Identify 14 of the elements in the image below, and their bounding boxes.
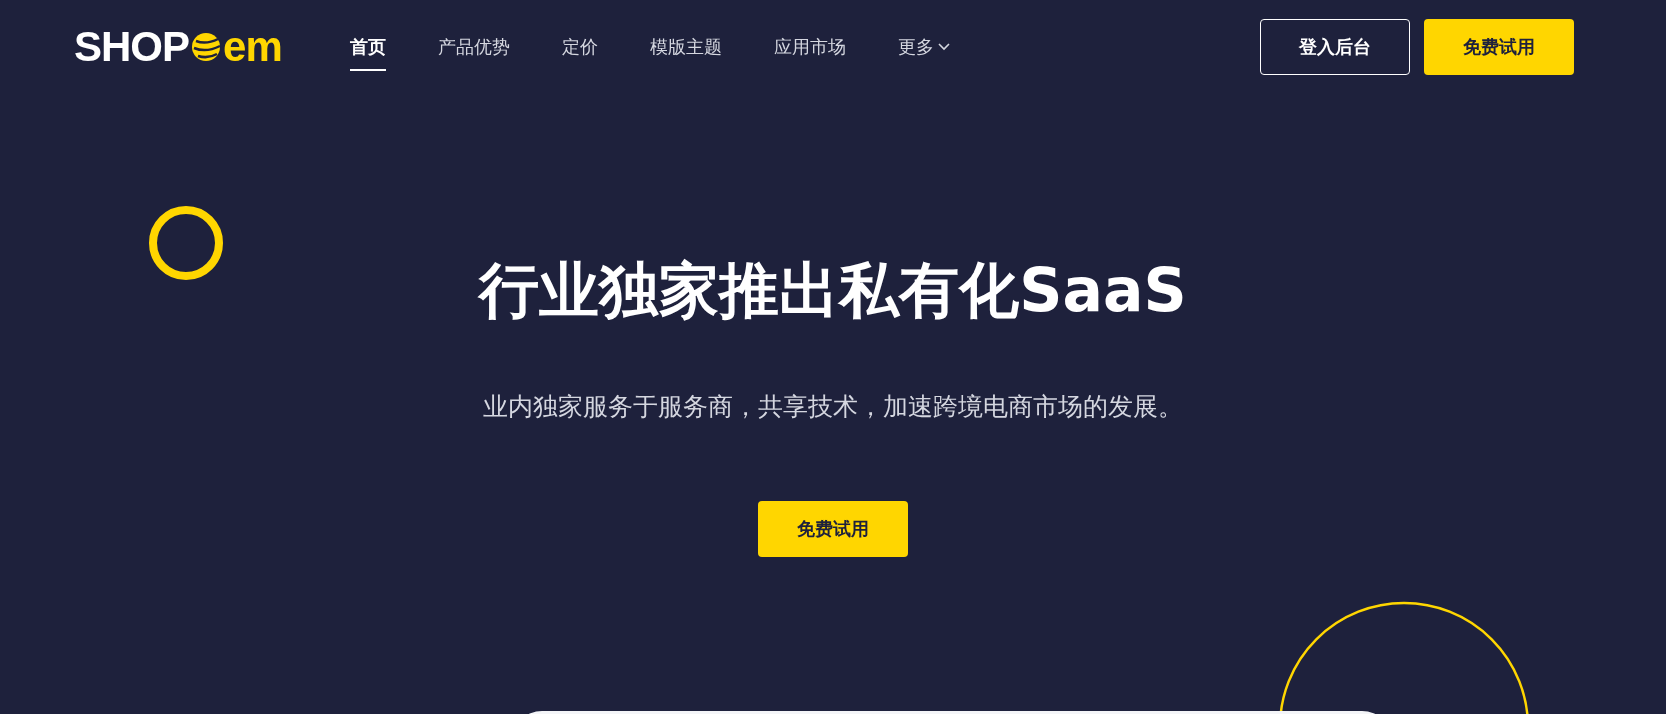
hero-title: 行业独家推出私有化SaaS — [479, 254, 1187, 326]
nav-link[interactable]: 首页 — [323, 0, 412, 94]
trial-button[interactable]: 免费试用 — [1424, 19, 1574, 75]
nav-link[interactable]: 更多 — [871, 0, 976, 94]
nav-link[interactable]: 模版主题 — [623, 0, 748, 94]
logo-text: SHOP — [74, 23, 190, 71]
login-button[interactable]: 登入后台 — [1260, 19, 1410, 75]
nav-link[interactable]: 应用市场 — [747, 0, 872, 94]
trial-button[interactable]: 免费试用 — [758, 501, 908, 557]
nav-link[interactable]: 产品优势 — [411, 0, 536, 94]
nav-link[interactable]: 定价 — [535, 0, 624, 94]
logo-ball-icon — [190, 31, 223, 63]
logo-text: em — [223, 23, 282, 71]
hero-subtitle: 业内独家服务于服务商，共享技术，加速跨境电商市场的发展。 — [483, 391, 1183, 423]
